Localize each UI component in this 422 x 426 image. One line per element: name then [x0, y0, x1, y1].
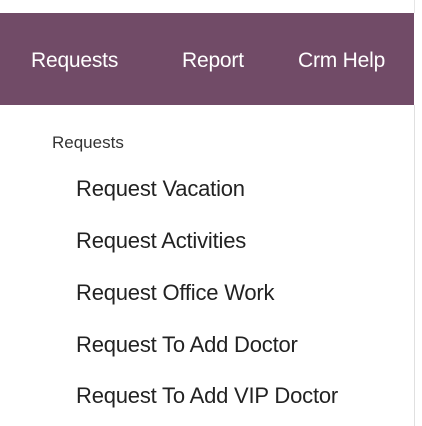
dropdown-section-header: Requests [52, 133, 124, 152]
menu-item-request-activities[interactable]: Request Activities [76, 227, 246, 255]
nav-item-report[interactable]: Report [182, 48, 244, 74]
menu-item-request-to-add-vip-doctor[interactable]: Request To Add VIP Doctor [76, 382, 338, 410]
top-strip [0, 0, 415, 13]
menu-item-request-office-work[interactable]: Request Office Work [76, 279, 275, 307]
nav-item-requests[interactable]: Requests [31, 48, 118, 74]
requests-dropdown-menu: Requests Request Vacation Request Activi… [0, 105, 415, 426]
menu-item-request-vacation[interactable]: Request Vacation [76, 175, 245, 203]
main-navbar: Requests Report Crm Help [0, 13, 414, 105]
menu-item-request-to-add-doctor[interactable]: Request To Add Doctor [76, 331, 298, 359]
nav-item-crm-help[interactable]: Crm Help [298, 48, 385, 74]
